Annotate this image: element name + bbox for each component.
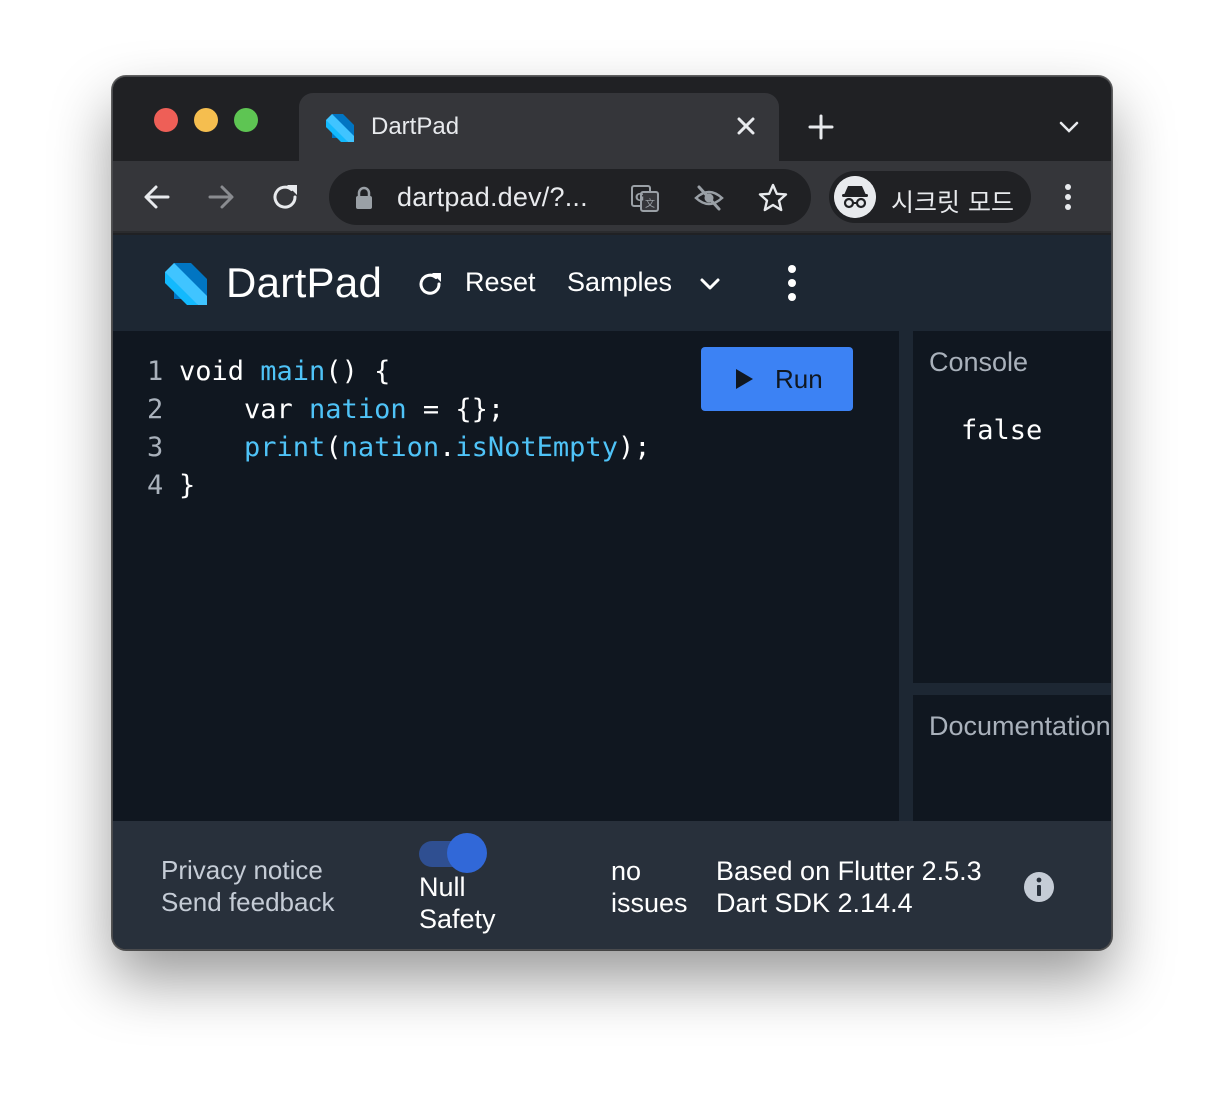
toggle-knob [447,833,487,873]
horizontal-split-divider[interactable] [913,683,1111,695]
arrow-right-icon[interactable] [203,179,239,215]
code-token: main [260,356,326,387]
dart-logo-icon [326,114,354,142]
translate-icon[interactable]: G 文 [629,182,661,214]
kebab-icon[interactable] [1053,181,1083,213]
app-header: DartPad Reset Samples [113,235,1111,331]
documentation-title: Documentation [929,711,1111,741]
console-title: Console [929,347,1029,377]
incognito-badge[interactable]: 시크릿 모드 [829,171,1031,223]
line-number: 4 [147,470,164,501]
chevron-down-icon[interactable] [697,271,723,297]
plus-icon[interactable] [805,111,837,143]
samples-dropdown[interactable]: Samples [567,267,672,298]
chevron-down-icon[interactable] [1057,115,1081,139]
line-number: 1 [147,356,164,387]
code-token: void [179,356,261,387]
reset-button[interactable]: Reset [465,267,536,298]
run-label: Run [775,364,823,394]
code-token: nation [341,432,440,463]
null-safety-label-line1: Null [419,872,466,902]
send-feedback-link[interactable]: Send feedback [161,887,334,918]
kebab-icon[interactable] [777,263,807,303]
code-text[interactable]: void main() { [179,353,390,391]
code-text[interactable]: } [179,467,195,505]
console-panel: Console false [913,331,1111,683]
line-number: 2 [147,394,164,425]
issues-label-line1: no [611,856,642,886]
code-token: . [439,432,456,463]
window-close-button[interactable] [154,108,178,132]
svg-text:文: 文 [645,197,655,210]
incognito-icon [834,176,876,218]
browser-window: DartPad dartpad.dev/?... G 文 시크릿 모드 Dart… [112,76,1112,950]
star-icon[interactable] [757,182,789,214]
close-icon[interactable] [731,111,761,141]
code-token: isNotEmpty [455,432,618,463]
console-output: false [961,415,1043,446]
address-bar[interactable]: dartpad.dev/?... G 文 [329,169,811,225]
code-token: print [244,432,326,463]
url-text[interactable]: dartpad.dev/?... [397,182,588,213]
null-safety-toggle[interactable] [419,833,489,873]
window-zoom-button[interactable] [234,108,258,132]
code-editor[interactable]: 1 void main() {2 var nation = {}; 3 print(… [113,331,899,821]
svg-text:G: G [635,191,644,204]
tab-strip: DartPad [113,77,1111,161]
code-token: } [179,470,196,501]
reload-icon[interactable] [415,269,445,299]
tab-dartpad[interactable]: DartPad [299,93,779,161]
incognito-label: 시크릿 모드 [891,188,1014,217]
code-token: ); [617,432,651,463]
arrow-left-icon[interactable] [139,179,175,215]
code-text[interactable]: print(nation.isNotEmpty); [179,429,650,467]
window-minimize-button[interactable] [194,108,218,132]
play-icon [736,369,753,389]
vertical-split-divider[interactable] [899,331,913,821]
line-number: 3 [147,432,164,463]
code-token: = {}; [406,394,505,425]
code-text[interactable]: var nation = {}; [179,391,504,429]
reload-icon[interactable] [267,179,303,215]
code-token: nation [309,394,407,425]
dart-logo-icon[interactable] [161,259,211,309]
app-title[interactable]: DartPad [226,259,382,307]
documentation-panel: Documentation [913,695,1111,821]
code-token: () { [325,356,391,387]
code-token: var [179,394,310,425]
code-token: ( [325,432,342,463]
run-button[interactable]: Run [701,347,853,411]
lock-icon[interactable] [353,186,375,210]
browser-toolbar: dartpad.dev/?... G 文 시크릿 모드 [113,161,1111,233]
tab-title: DartPad [371,113,460,140]
eye-off-icon[interactable] [693,182,725,214]
null-safety-label-line2: Safety [419,904,496,934]
app-footer: Privacy notice Send feedback Null Safety… [113,821,1111,949]
flutter-version: Based on Flutter 2.5.3 [716,856,982,886]
dart-sdk-version: Dart SDK 2.14.4 [716,888,913,918]
info-icon[interactable] [1023,871,1055,903]
privacy-notice-link[interactable]: Privacy notice [161,855,323,886]
issues-label-line2: issues [611,888,688,918]
